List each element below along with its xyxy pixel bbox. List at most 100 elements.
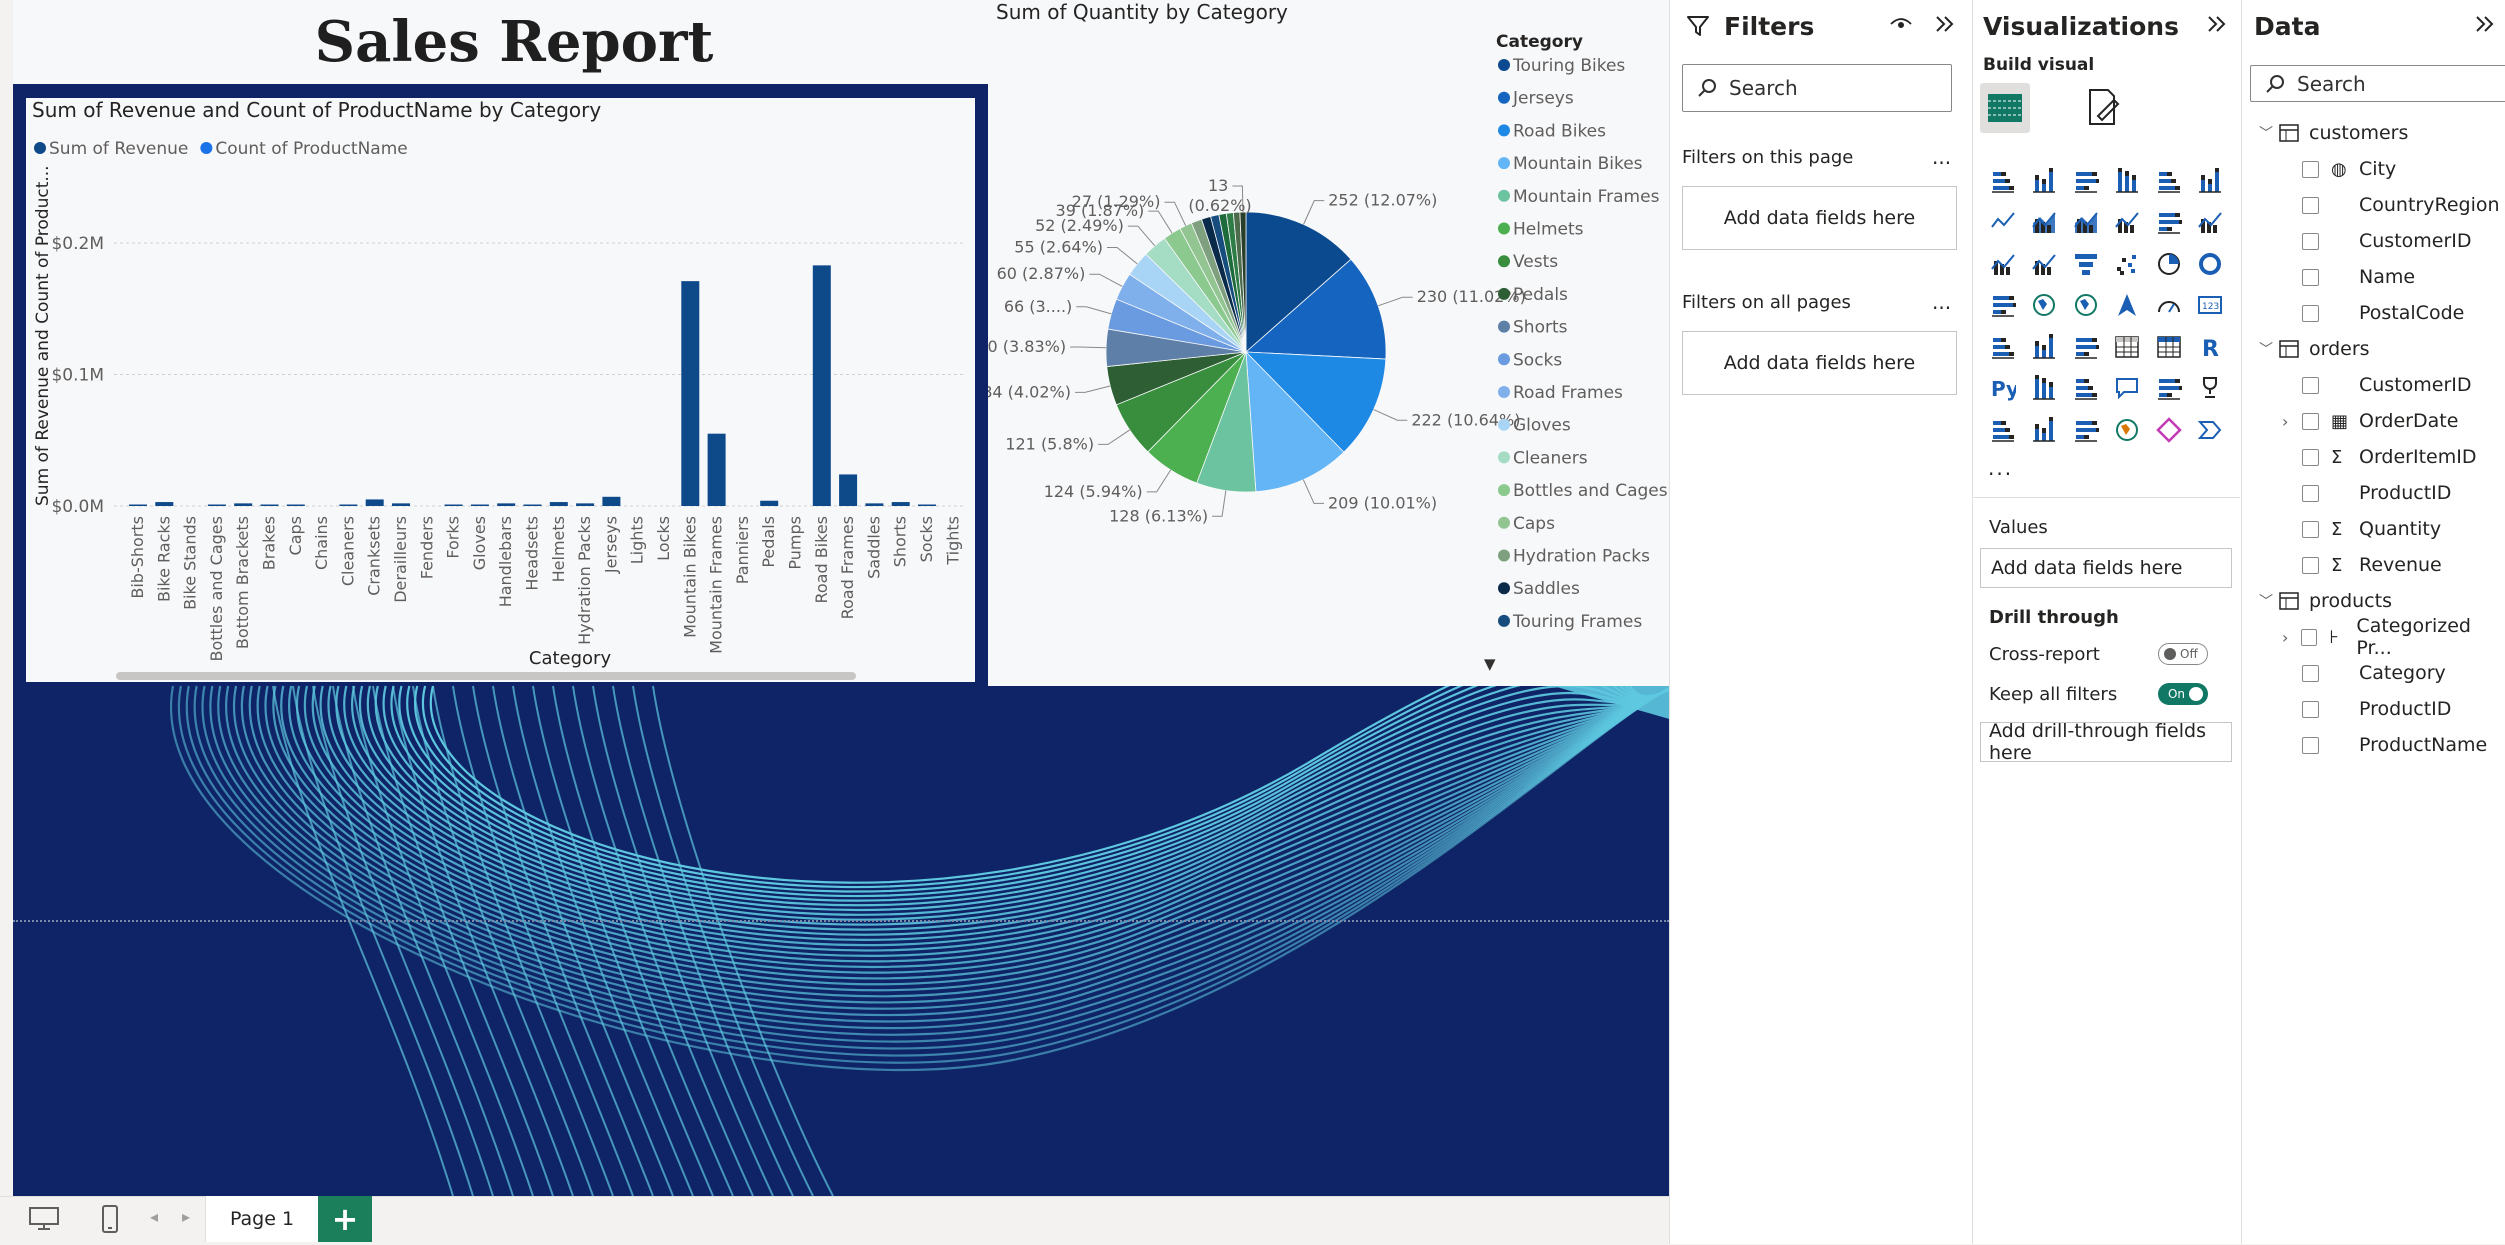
matrix-visual-icon[interactable] [2148,326,2190,368]
expand-chevron-icon[interactable]: › [2282,628,2301,647]
prev-page-icon[interactable]: ◂ [150,1207,158,1226]
bar-helmets[interactable] [549,502,568,506]
kpi-visual-icon[interactable] [2024,326,2066,368]
power-apps-visual-icon[interactable] [2024,409,2066,451]
bar-hydration-packs[interactable] [576,503,595,506]
field-orderitemid[interactable]: Σ OrderItemID [2302,439,2476,475]
bar-brakes[interactable] [260,504,279,507]
pie-legend-item[interactable]: Touring Frames [1512,612,1642,632]
mobile-layout-icon[interactable] [100,1204,120,1234]
filters-page-more-icon[interactable]: ... [1932,145,1951,169]
field-checkbox[interactable] [2301,628,2318,646]
area-visual-icon[interactable] [2024,202,2066,244]
stacked-bar-visual-icon[interactable] [1982,160,2024,202]
bar-pedals[interactable] [760,500,779,506]
pie-legend-item[interactable]: Road Frames [1513,383,1623,403]
bar-cleaners[interactable] [339,504,358,507]
map-visual-icon[interactable] [2024,285,2066,327]
field-name[interactable]: Name [2302,259,2415,295]
field-checkbox[interactable] [2302,556,2319,574]
filters-search-input[interactable]: Search [1682,64,1952,112]
values-drop-zone[interactable]: Add data fields here [1980,548,2232,588]
next-page-icon[interactable]: ▸ [182,1207,190,1226]
bar-shorts[interactable] [891,502,910,506]
field-city[interactable]: ◍ City [2302,151,2396,187]
collapse-visualizations-icon[interactable] [2206,14,2228,34]
bar-jerseys[interactable] [602,496,621,506]
field-postalcode[interactable]: PostalCode [2302,295,2464,331]
bar-bike-racks[interactable] [155,502,174,506]
pie-visual-icon[interactable] [2148,243,2190,285]
slicer-visual-icon[interactable] [2065,326,2107,368]
bar-road-bikes[interactable] [812,265,831,506]
metrics-visual-icon[interactable] [2190,368,2232,410]
field-checkbox[interactable] [2302,376,2319,394]
expand-chevron-icon[interactable]: › [2282,412,2302,431]
field-checkbox[interactable] [2302,196,2319,214]
field-checkbox[interactable] [2302,448,2319,466]
bar-derailleurs[interactable] [392,503,410,506]
diamond-visual-icon[interactable] [2148,409,2190,451]
filters-page-drop-zone[interactable]: Add data fields here [1682,186,1957,250]
cross-report-toggle[interactable]: Off [2158,643,2208,665]
bar-bottom-brackets[interactable] [234,503,253,506]
field-checkbox[interactable] [2302,412,2319,430]
pie-legend-item[interactable]: Shorts [1513,318,1568,338]
field-checkbox[interactable] [2302,664,2319,682]
bar-bottles-and-cages[interactable] [207,504,226,507]
arcgis-visual-icon[interactable] [2107,409,2149,451]
field-customerid[interactable]: CustomerID [2302,223,2472,259]
bar-headsets[interactable] [523,504,542,507]
treemap-visual-icon[interactable] [1982,285,2024,327]
waterfall-visual-icon[interactable] [2148,202,2190,244]
field-quantity[interactable]: Σ Quantity [2302,511,2441,547]
filters-all-drop-zone[interactable]: Add data fields here [1682,331,1957,395]
field-categorized-pr-[interactable]: › ⊦ Categorized Pr... [2282,615,2505,659]
field-productid[interactable]: ProductID [2302,475,2451,511]
pie-legend-item[interactable]: Cleaners [1513,448,1588,468]
field-checkbox[interactable] [2302,304,2319,322]
field-checkbox[interactable] [2302,268,2319,286]
more-visuals-icon[interactable]: ... [1988,456,2013,480]
format-visual-icon[interactable] [2084,86,2124,128]
bar-mountain-frames[interactable] [707,433,726,506]
bar-chart-scrollbar[interactable] [116,672,856,680]
funnel-visual-icon[interactable] [2065,243,2107,285]
paginated-visual-icon[interactable] [1982,409,2024,451]
scatter-visual-icon[interactable] [2107,243,2149,285]
table-visual-icon[interactable] [2107,326,2149,368]
smart-narrative-visual-icon[interactable] [2148,368,2190,410]
azure-map-visual-icon[interactable] [2107,285,2149,327]
bar-cranksets[interactable] [365,499,384,506]
bar-caps[interactable] [286,504,305,507]
pie-legend-item[interactable]: Helmets [1513,220,1584,240]
chevron-visual-icon[interactable] [2190,409,2232,451]
pie-legend-item[interactable]: Jerseys [1512,89,1574,109]
power-automate-visual-icon[interactable] [2065,409,2107,451]
clustered-column-visual-icon[interactable] [2107,160,2149,202]
field-productid[interactable]: ProductID [2302,691,2451,727]
expand-chevron-icon[interactable]: ﹀ [2259,123,2279,143]
field-revenue[interactable]: Σ Revenue [2302,547,2442,583]
table-customers[interactable]: ﹀ customers [2259,115,2408,151]
drill-through-drop-zone[interactable]: Add drill-through fields here [1980,720,2232,764]
bar-forks[interactable] [444,504,463,507]
decomposition-tree-visual-icon[interactable] [2065,368,2107,410]
pie-legend-item[interactable]: Hydration Packs [1513,547,1650,567]
100-column-visual-icon[interactable] [2190,160,2232,202]
line-column-visual-icon[interactable] [2190,202,2232,244]
build-visual-tab[interactable] [1980,83,2030,133]
field-checkbox[interactable] [2302,520,2319,538]
field-category[interactable]: Category [2302,655,2446,691]
table-orders[interactable]: ﹀ orders [2259,331,2370,367]
field-countryregion[interactable]: CountryRegion [2302,187,2500,223]
pie-legend-item[interactable]: Mountain Frames [1513,187,1660,207]
desktop-layout-icon[interactable] [28,1206,60,1232]
bar-bib-shorts[interactable] [129,504,147,507]
pie-legend-item[interactable]: Touring Bikes [1512,56,1625,76]
pie-legend-item[interactable]: Bottles and Cages [1513,481,1668,501]
bar-mountain-bikes[interactable] [681,281,700,506]
eye-icon[interactable] [1890,16,1912,32]
filters-all-more-icon[interactable]: ... [1932,290,1951,314]
gauge-visual-icon[interactable] [2148,285,2190,327]
